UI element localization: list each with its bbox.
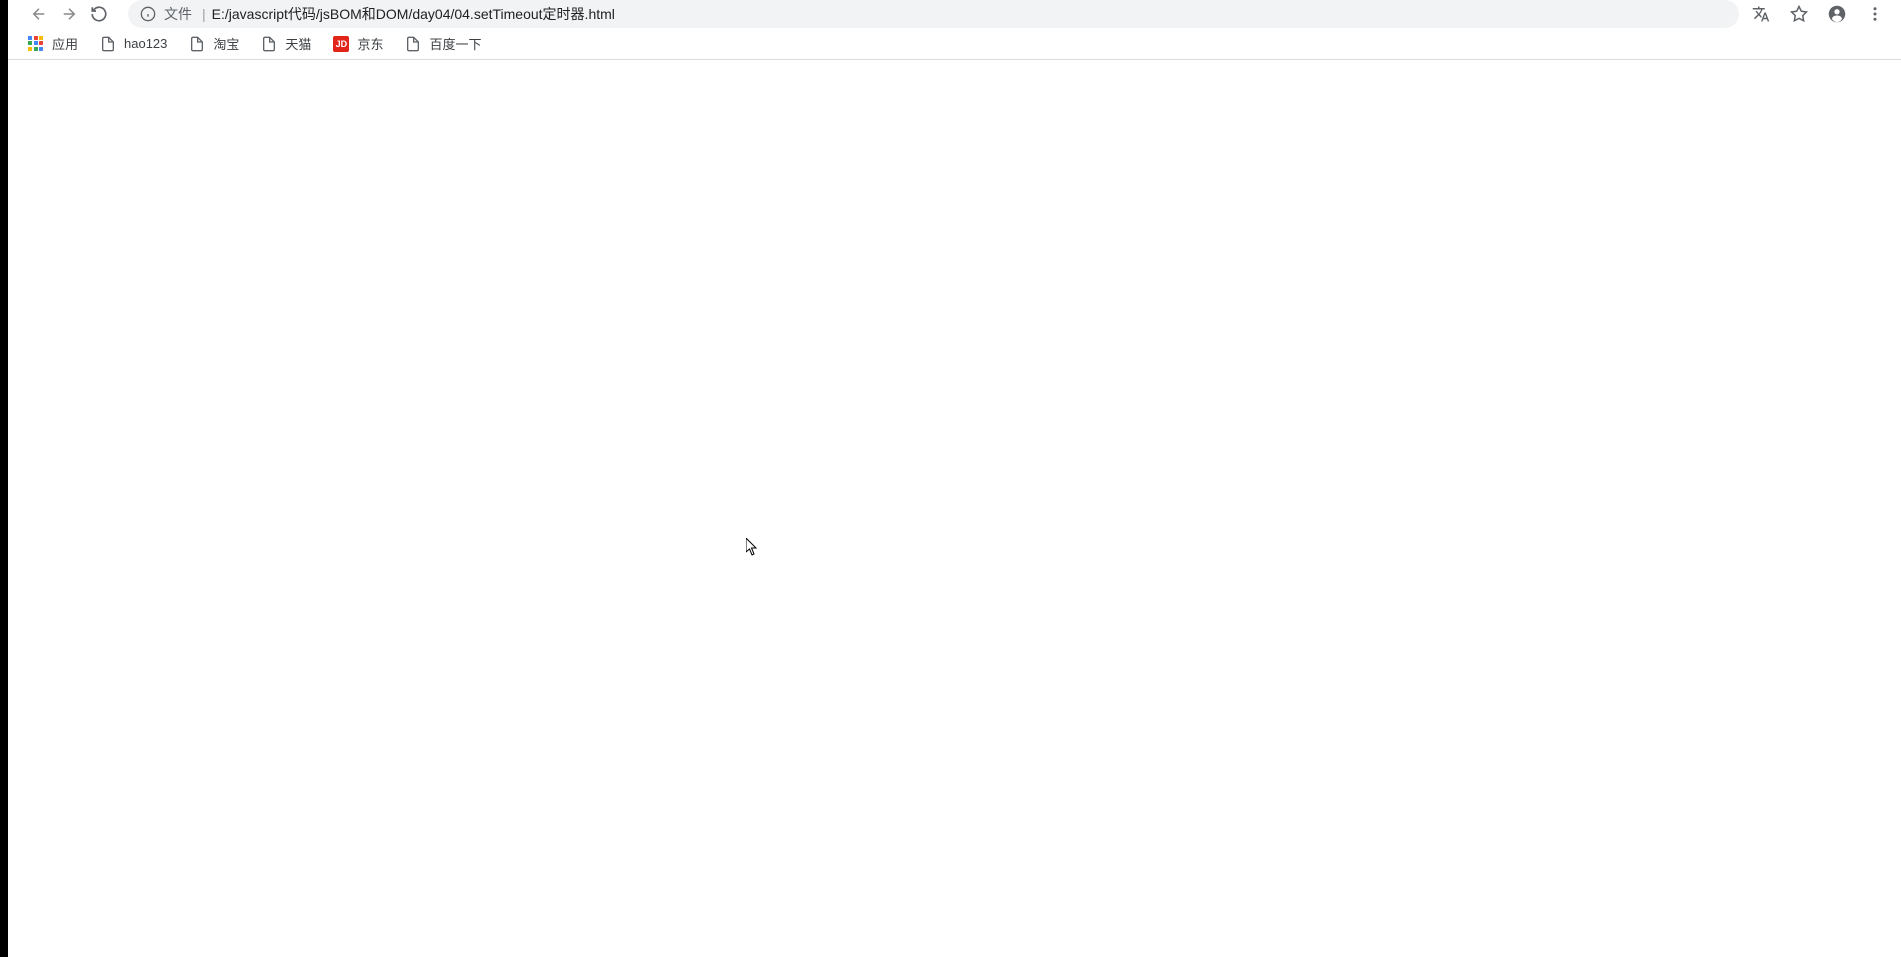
bookmark-jd[interactable]: JD 京东 [325,30,391,57]
bookmark-star-icon[interactable] [1785,0,1813,28]
file-icon [100,36,116,52]
bookmark-label: 应用 [52,34,78,53]
mouse-cursor-icon [746,538,758,556]
reload-button[interactable] [84,0,114,28]
browser-toolbar: 文件 | E:/javascript代码/jsBOM和DOM/day04/04.… [8,0,1901,28]
url-separator: | [202,6,206,22]
file-icon [261,36,277,52]
bookmark-label: 天猫 [285,34,311,53]
url-path: E:/javascript代码/jsBOM和DOM/day04/04.setTi… [212,4,615,24]
url-prefix: 文件 [164,4,192,24]
file-icon [405,36,421,52]
address-bar[interactable]: 文件 | E:/javascript代码/jsBOM和DOM/day04/04.… [128,0,1739,28]
bookmark-label: hao123 [124,36,167,51]
forward-button[interactable] [54,0,84,28]
toolbar-right-icons [1747,0,1889,28]
window-left-edge [0,0,8,957]
back-button[interactable] [24,0,54,28]
bookmark-label: 百度一下 [429,34,481,53]
profile-icon[interactable] [1823,0,1851,28]
menu-icon[interactable] [1861,0,1889,28]
translate-icon[interactable] [1747,0,1775,28]
bookmark-label: 淘宝 [213,34,239,53]
bookmark-taobao[interactable]: 淘宝 [181,30,247,57]
bookmark-tmall[interactable]: 天猫 [253,30,319,57]
bookmark-label: 京东 [357,34,383,53]
bookmark-apps[interactable]: 应用 [20,30,86,57]
bookmarks-bar: 应用 hao123 淘宝 天猫 JD [8,28,1901,60]
bookmark-hao123[interactable]: hao123 [92,32,175,56]
page-content [8,60,1901,957]
jd-icon: JD [333,36,349,52]
site-info-icon[interactable] [140,6,156,22]
file-icon [189,36,205,52]
apps-grid-icon [28,36,44,52]
bookmark-baidu[interactable]: 百度一下 [397,30,489,57]
